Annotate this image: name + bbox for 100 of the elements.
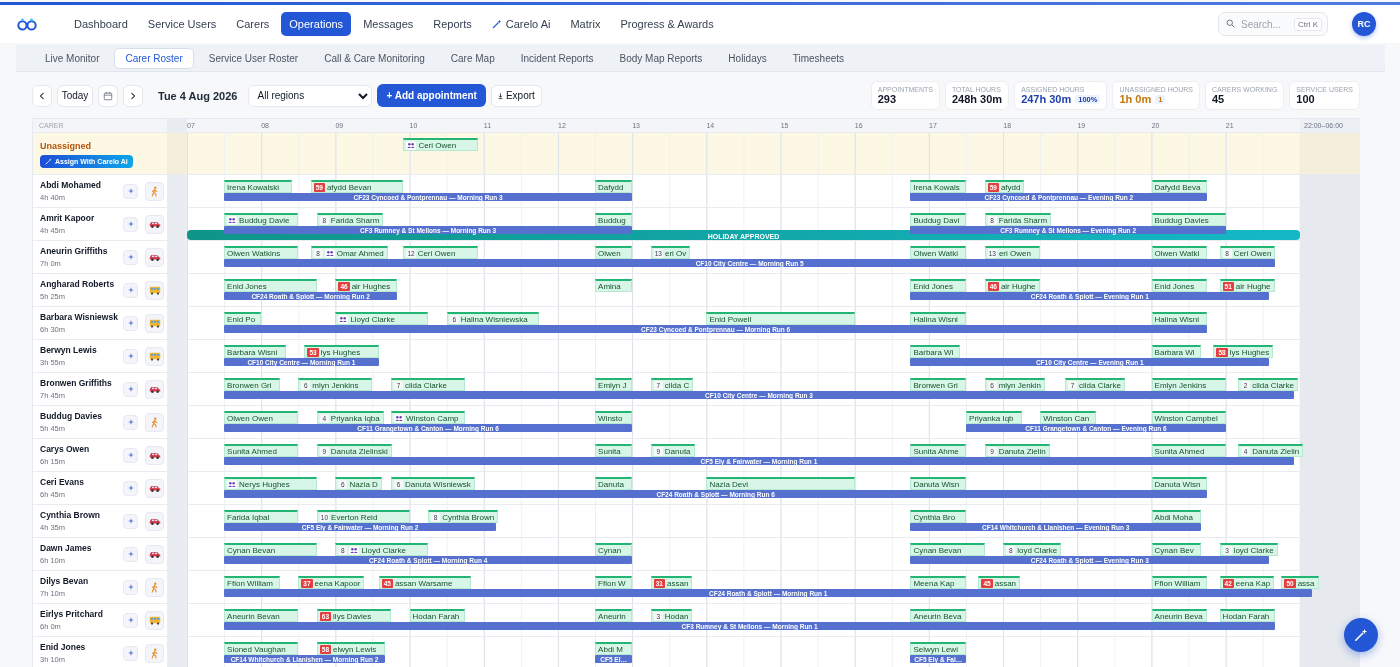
ai-assign-button[interactable] (123, 480, 138, 496)
transport-button[interactable] (145, 610, 164, 630)
nav-tab[interactable]: Progress & Awards (612, 12, 722, 36)
visit-card[interactable]: Farida Iqbal (224, 510, 299, 523)
visit-card[interactable]: Olwen (595, 246, 633, 259)
nav-tab[interactable]: Carers (228, 12, 278, 36)
visit-card[interactable]: Cynan (595, 543, 633, 556)
visit-card[interactable]: Enid Jones (224, 279, 317, 292)
ai-assign-button[interactable] (123, 645, 138, 661)
visit-card[interactable]: Enid Jones (1151, 279, 1208, 292)
visit-card[interactable]: Abdi Moha (1151, 510, 1202, 523)
visit-card[interactable]: Winston Campbel (1151, 411, 1226, 424)
ai-assign-button[interactable] (123, 579, 138, 595)
ai-assign-button[interactable] (123, 183, 138, 199)
visit-card[interactable]: Olwen Watkins (224, 246, 299, 259)
visit-card[interactable]: Cynan Bev (1151, 543, 1202, 556)
visit-card[interactable]: Buddug Davi (910, 213, 967, 226)
logo-icon[interactable] (16, 17, 38, 31)
transport-button[interactable] (145, 214, 164, 234)
visit-card[interactable]: Selwyn Lewi (910, 642, 967, 655)
sub-tab[interactable]: Service User Roster (197, 47, 310, 69)
visit-card[interactable]: Halina Wisni (1151, 312, 1208, 325)
nav-tab[interactable]: Carelo Ai (483, 12, 559, 36)
ai-assign-button[interactable] (123, 447, 138, 463)
visit-card[interactable]: Ceri Owen (403, 138, 478, 151)
visit-card[interactable]: Nazia Devi (706, 477, 855, 490)
visit-card[interactable]: Hodan Farah (1219, 609, 1276, 622)
visit-card[interactable]: Buddug Davie (224, 213, 299, 226)
visit-card[interactable]: Emlyn Jenkins (1151, 378, 1226, 391)
export-button[interactable]: Export (490, 84, 542, 107)
today-button[interactable]: Today (57, 84, 93, 107)
visit-card[interactable]: Winston Can (1040, 411, 1096, 424)
visit-card[interactable]: Buddug Davies (1151, 213, 1226, 226)
visit-card[interactable]: Aneurin Bevan (224, 609, 299, 622)
sub-tab[interactable]: Timesheets (781, 47, 856, 69)
visit-card[interactable]: Sunita Ahme (910, 444, 967, 457)
sub-tab[interactable]: Incident Reports (509, 47, 605, 69)
sub-tab[interactable]: Call & Care Monitoring (313, 47, 436, 69)
sub-tab[interactable]: Carer Roster (114, 47, 194, 69)
ai-assign-button[interactable] (123, 315, 138, 331)
visit-card[interactable]: Halina Wisni (910, 312, 967, 325)
calendar-button[interactable] (98, 84, 118, 107)
visit-card[interactable]: Emlyn J (595, 378, 633, 391)
transport-button[interactable] (145, 313, 164, 333)
visit-card[interactable]: Lloyd Clarke (335, 312, 429, 325)
region-select[interactable]: All regions (248, 84, 373, 107)
ai-assign-button[interactable] (123, 612, 138, 628)
visit-card[interactable]: Enid Powell (706, 312, 855, 325)
transport-button[interactable] (145, 445, 164, 465)
sub-tab[interactable]: Holidays (717, 47, 778, 69)
nav-tab[interactable]: Service Users (139, 12, 225, 36)
ai-assistant-button[interactable] (1344, 618, 1378, 652)
visit-card[interactable]: Cynthia Bro (910, 510, 967, 523)
transport-button[interactable] (145, 280, 164, 300)
visit-card[interactable]: Cynan Bevan (224, 543, 317, 556)
visit-card[interactable]: Irena Kowals (910, 180, 967, 193)
transport-button[interactable] (145, 346, 164, 366)
sub-tab[interactable]: Live Monitor (34, 47, 111, 69)
visit-card[interactable]: Bronwen Gri (224, 378, 280, 391)
nav-tab[interactable]: Reports (425, 12, 480, 36)
visit-card[interactable]: Olwen Watki (1151, 246, 1208, 259)
visit-card[interactable]: Nerys Hughes (224, 477, 317, 490)
visit-card[interactable]: Ffion W (595, 576, 633, 589)
ai-assign-button[interactable] (123, 546, 138, 562)
visit-card[interactable]: Sunita Ahmed (1151, 444, 1226, 457)
user-avatar[interactable]: RC (1352, 12, 1376, 36)
visit-card[interactable]: Winsto (595, 411, 633, 424)
nav-tab[interactable]: Messages (355, 12, 422, 36)
ai-assign-button[interactable] (123, 216, 138, 232)
visit-card[interactable]: Danuta Wisn (910, 477, 967, 490)
ai-assign-button[interactable] (123, 414, 138, 430)
visit-card[interactable]: Abdi M (595, 642, 633, 655)
visit-card[interactable]: Cynan Bevan (910, 543, 985, 556)
transport-button[interactable] (145, 247, 164, 267)
visit-card[interactable]: Olwen Watki (910, 246, 967, 259)
visit-card[interactable]: Buddug (595, 213, 633, 226)
previous-button[interactable] (32, 84, 52, 107)
visit-card[interactable]: Barbara Wi (1151, 345, 1202, 358)
add-appointment-button[interactable]: + Add appointment (377, 84, 486, 107)
visit-card[interactable]: Aneurin Beva (1151, 609, 1208, 622)
visit-card[interactable]: Priyanka Iqb (966, 411, 1022, 424)
visit-card[interactable]: Enid Po (224, 312, 262, 325)
visit-card[interactable]: Enid Jones (910, 279, 967, 292)
transport-button[interactable] (145, 379, 164, 399)
visit-card[interactable]: Danuta Wisn (1151, 477, 1208, 490)
visit-card[interactable]: Olwen Owen (224, 411, 299, 424)
nav-tab[interactable]: Matrix (562, 12, 609, 36)
visit-card[interactable]: Winston Camp (391, 411, 466, 424)
ai-assign-button[interactable] (123, 282, 138, 298)
visit-card[interactable]: Ffion William (1151, 576, 1208, 589)
visit-card[interactable]: Aneurin Beva (910, 609, 967, 622)
visit-card[interactable]: Ffion William (224, 576, 280, 589)
visit-card[interactable]: Bronwen Gri (910, 378, 967, 391)
visit-card[interactable]: Sioned Vaughan (224, 642, 299, 655)
next-button[interactable] (123, 84, 143, 107)
ai-assign-button[interactable] (123, 513, 138, 529)
visit-card[interactable]: Dafydd (595, 180, 633, 193)
visit-card[interactable]: Aneurin (595, 609, 633, 622)
ai-assign-button[interactable] (123, 249, 138, 265)
ai-assign-button[interactable] (123, 381, 138, 397)
